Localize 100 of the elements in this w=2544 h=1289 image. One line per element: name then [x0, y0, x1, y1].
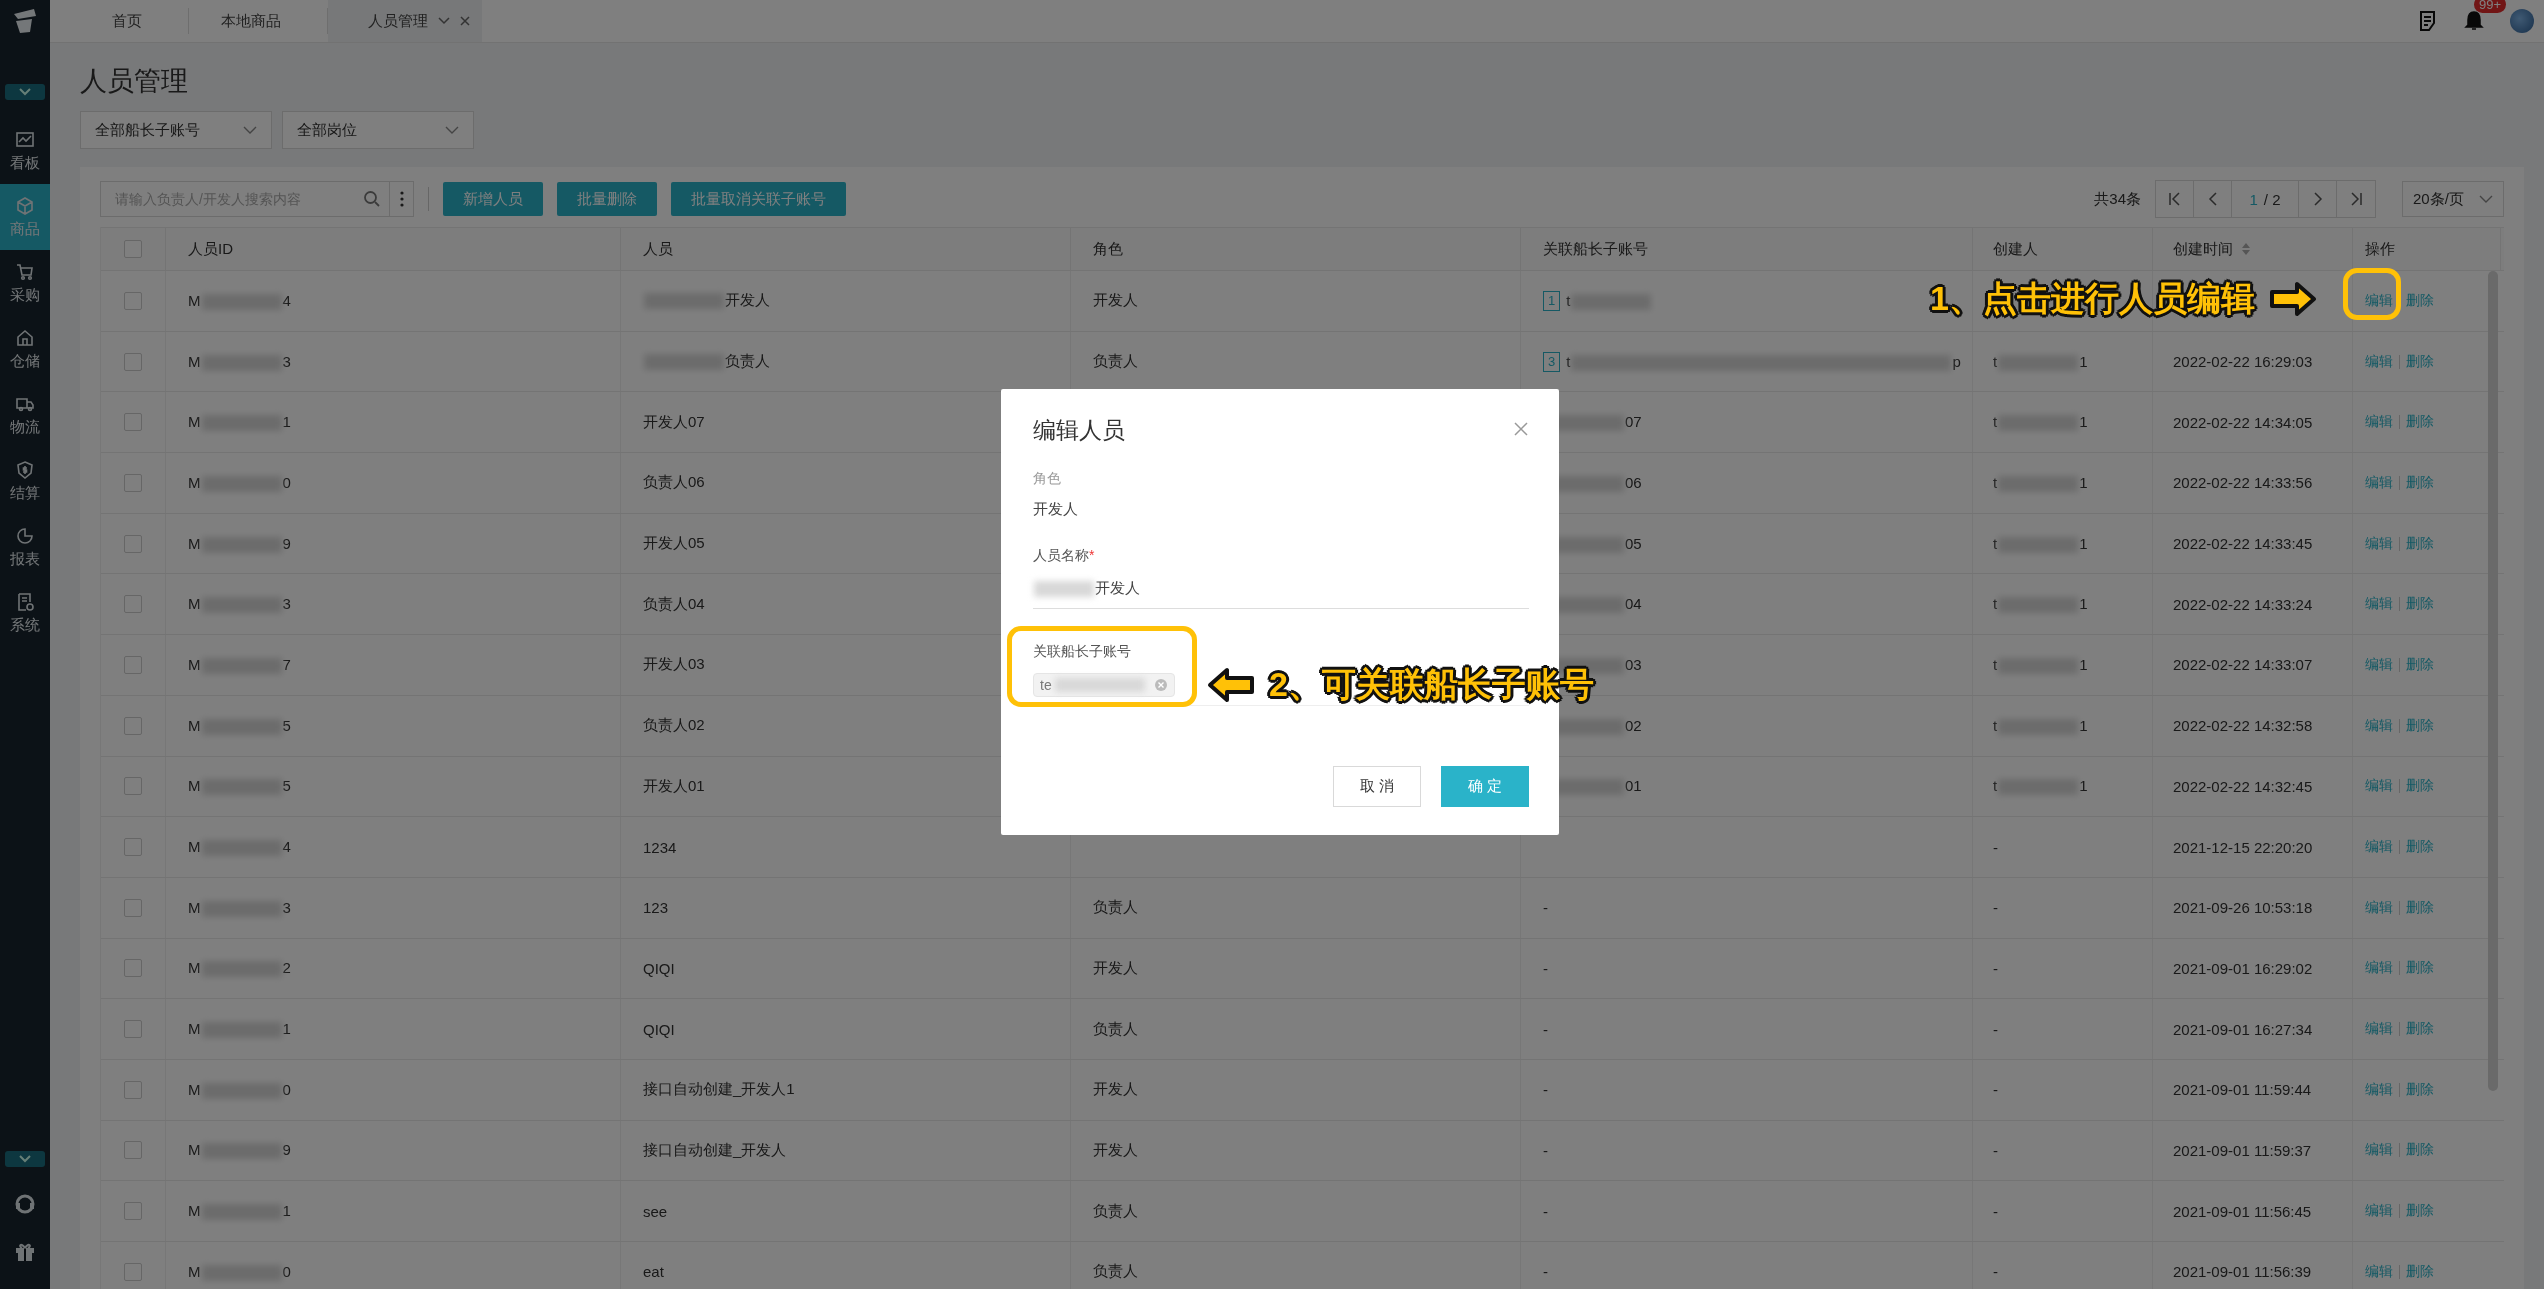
- table-link[interactable]: 删除: [2406, 413, 2434, 432]
- sort-icon[interactable]: [2241, 242, 2251, 256]
- table-cell: -: [1543, 1141, 1548, 1159]
- table-link[interactable]: 编辑: [2365, 959, 2393, 978]
- table-link[interactable]: 编辑: [2365, 413, 2393, 432]
- action-button[interactable]: 批量删除: [557, 182, 657, 216]
- gift-icon[interactable]: [14, 1241, 36, 1263]
- table-link[interactable]: 删除: [2406, 1020, 2434, 1039]
- table-link[interactable]: 删除: [2406, 838, 2434, 857]
- headset-icon[interactable]: [14, 1193, 36, 1215]
- sidebar-item[interactable]: 仓储: [0, 316, 50, 382]
- row-checkbox[interactable]: [124, 291, 142, 310]
- action-button[interactable]: 新增人员: [443, 182, 543, 216]
- table-link[interactable]: 删除: [2406, 1262, 2434, 1281]
- table-link[interactable]: 删除: [2406, 1141, 2434, 1160]
- table-link[interactable]: 编辑: [2365, 473, 2393, 492]
- sidebar-item[interactable]: 报表: [0, 514, 50, 580]
- row-checkbox[interactable]: [124, 838, 142, 857]
- table-cell: 2021-09-26 10:53:18: [2173, 899, 2313, 917]
- table-link[interactable]: 删除: [2406, 473, 2434, 492]
- table-link[interactable]: 删除: [2406, 655, 2434, 674]
- table-cell: 负责人: [1093, 1262, 1138, 1282]
- table-link[interactable]: 编辑: [2365, 1020, 2393, 1039]
- row-checkbox[interactable]: [124, 413, 142, 432]
- sidebar-item[interactable]: 看板: [0, 118, 50, 184]
- row-checkbox[interactable]: [124, 716, 142, 735]
- row-checkbox[interactable]: [124, 352, 142, 371]
- collapse-button[interactable]: [5, 84, 45, 100]
- sidebar-item[interactable]: 物流: [0, 382, 50, 448]
- table-link[interactable]: 编辑: [2365, 1202, 2393, 1221]
- more-button[interactable]: [390, 181, 414, 217]
- table-link[interactable]: 删除: [2406, 716, 2434, 735]
- table-link[interactable]: 编辑: [2365, 1262, 2393, 1281]
- action-button[interactable]: 批量取消关联子账号: [671, 182, 846, 216]
- table-link[interactable]: 删除: [2406, 898, 2434, 917]
- row-checkbox[interactable]: [124, 898, 142, 917]
- table-link[interactable]: 编辑: [2365, 777, 2393, 796]
- table-cell: t p: [1566, 352, 1961, 371]
- row-checkbox[interactable]: [124, 595, 142, 614]
- bell-icon[interactable]: [2464, 10, 2484, 32]
- table-link[interactable]: 编辑: [2365, 655, 2393, 674]
- sidebar-item[interactable]: 结算: [0, 448, 50, 514]
- dialog-button[interactable]: 取 消: [1333, 766, 1421, 807]
- table-link[interactable]: 删除: [2406, 352, 2434, 371]
- document-icon[interactable]: [2418, 10, 2438, 32]
- row-checkbox[interactable]: [124, 1020, 142, 1039]
- table-link[interactable]: 删除: [2406, 959, 2434, 978]
- close-icon[interactable]: [1153, 678, 1168, 692]
- table-link[interactable]: 编辑: [2365, 291, 2393, 310]
- row-checkbox[interactable]: [124, 1202, 142, 1221]
- table-cell: M 3: [188, 595, 291, 614]
- close-icon[interactable]: [1513, 421, 1529, 437]
- table-link[interactable]: 编辑: [2365, 534, 2393, 553]
- expand-button[interactable]: [5, 1151, 45, 1167]
- filter-select[interactable]: 全部岗位: [282, 111, 474, 149]
- row-checkbox[interactable]: [124, 1141, 142, 1160]
- table-cell: M 0: [188, 1262, 291, 1281]
- row-checkbox[interactable]: [124, 777, 142, 796]
- table-link[interactable]: 删除: [2406, 291, 2434, 310]
- table-link[interactable]: 编辑: [2365, 352, 2393, 371]
- table-link[interactable]: 删除: [2406, 534, 2434, 553]
- avatar[interactable]: [2510, 9, 2534, 33]
- close-icon[interactable]: [460, 16, 470, 26]
- table-link[interactable]: 编辑: [2365, 838, 2393, 857]
- table-link[interactable]: 编辑: [2365, 898, 2393, 917]
- page-tab[interactable]: 人员管理: [328, 0, 482, 42]
- row-checkbox[interactable]: [124, 655, 142, 674]
- select-all-checkbox[interactable]: [124, 240, 142, 258]
- table-link[interactable]: 删除: [2406, 1202, 2434, 1221]
- sidebar-item[interactable]: 系统: [0, 580, 50, 646]
- page-size-select[interactable]: 20条/页: [2402, 181, 2504, 217]
- table-link[interactable]: 编辑: [2365, 716, 2393, 735]
- highlight-frame: [2343, 268, 2401, 320]
- table-link[interactable]: 删除: [2406, 777, 2434, 796]
- name-input[interactable]: 开发人: [1033, 577, 1529, 609]
- table-cell: t 1: [1993, 716, 2088, 735]
- table-link[interactable]: 编辑: [2365, 1080, 2393, 1099]
- sidebar-item[interactable]: 采购: [0, 250, 50, 316]
- table-cell: 开发人: [1093, 291, 1138, 311]
- table-link[interactable]: 编辑: [2365, 595, 2393, 614]
- sidebar-item[interactable]: 商品: [0, 184, 50, 250]
- first-page-icon: [2167, 192, 2182, 206]
- table-link[interactable]: 删除: [2406, 1080, 2434, 1099]
- dialog-button[interactable]: 确 定: [1441, 766, 1529, 807]
- table-cell: 2022-02-22 14:33:24: [2173, 595, 2313, 613]
- search-icon[interactable]: [363, 190, 381, 208]
- row-checkbox[interactable]: [124, 1262, 142, 1281]
- table-link[interactable]: 编辑: [2365, 1141, 2393, 1160]
- table-cell: -: [1543, 1263, 1548, 1281]
- account-tag[interactable]: te: [1033, 673, 1175, 697]
- row-checkbox[interactable]: [124, 473, 142, 492]
- page-input[interactable]: 1: [2249, 190, 2258, 208]
- chevron-icon[interactable]: [438, 17, 450, 25]
- row-checkbox[interactable]: [124, 959, 142, 978]
- row-checkbox[interactable]: [124, 1080, 142, 1099]
- table-cell: -: [1993, 1020, 1998, 1038]
- page-tab[interactable]: 首页: [80, 8, 189, 34]
- table-link[interactable]: 删除: [2406, 595, 2434, 614]
- filter-select[interactable]: 全部船长子账号: [80, 111, 272, 149]
- row-checkbox[interactable]: [124, 534, 142, 553]
